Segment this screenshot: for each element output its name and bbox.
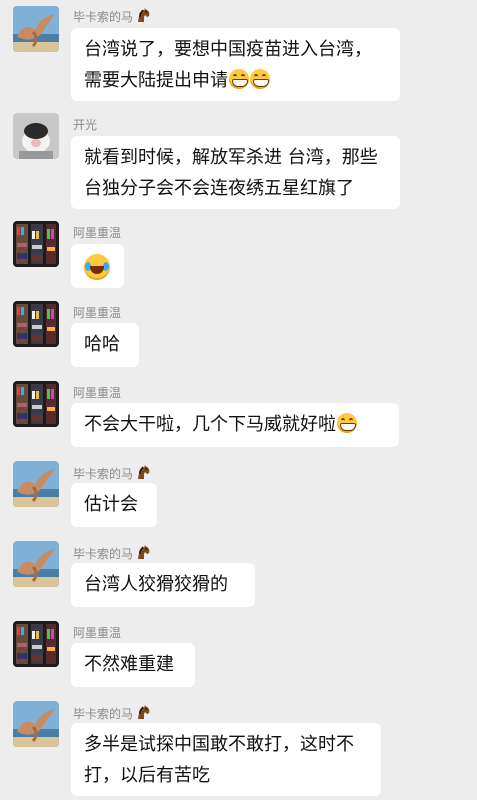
sender-name: 阿墨重温 xyxy=(73,626,122,640)
message-line: 台独分子会不会连夜绣五星红旗了 xyxy=(84,178,354,199)
message-bubble[interactable]: 不会大干啦，几个下马威就好啦 xyxy=(71,403,399,447)
message-bubble[interactable]: 哈哈 xyxy=(71,323,139,367)
sender-name: 阿墨重温 xyxy=(73,226,122,240)
message-bubble[interactable]: 就看到时候，解放军杀进 台湾，那些 台独分子会不会连夜绣五星红旗了 xyxy=(71,136,400,209)
shelf-avatar[interactable] xyxy=(13,381,59,427)
sender-name: 开光 xyxy=(73,118,98,132)
message-bubble[interactable]: 不然难重建 xyxy=(71,643,195,687)
shelf-avatar[interactable] xyxy=(13,621,59,667)
horse-icon xyxy=(135,465,151,481)
horse-icon xyxy=(135,8,151,24)
sender-name: 毕卡索的马 xyxy=(73,465,151,482)
message-line: 多半是试探中国敢不敢打，这时不 xyxy=(84,734,354,755)
message-line: 不然难重建 xyxy=(84,654,174,675)
sender-name: 毕卡索的马 xyxy=(73,545,151,562)
hand-bird-avatar[interactable] xyxy=(13,6,59,52)
sender-name: 毕卡索的马 xyxy=(73,705,151,722)
message-bubble[interactable]: 台湾说了，要想中国疫苗进入台湾， 需要大陆提出申请 xyxy=(71,28,400,101)
shelf-avatar[interactable] xyxy=(13,221,59,267)
message-bubble[interactable]: 估计会 xyxy=(71,483,157,527)
message-bubble[interactable]: 台湾人狡猾狡猾的 xyxy=(71,563,255,607)
grin-emoji xyxy=(337,413,357,433)
horse-icon xyxy=(135,705,151,721)
message-line: 不会大干啦，几个下马威就好啦 xyxy=(84,414,336,435)
message-line: 台湾说了，要想中国疫苗进入台湾， xyxy=(84,39,372,60)
laugh-cry-emoji xyxy=(84,254,110,280)
hand-bird-avatar[interactable] xyxy=(13,541,59,587)
message-line: 就看到时候，解放军杀进 台湾，那些 xyxy=(84,147,378,168)
message-bubble[interactable] xyxy=(71,244,124,288)
horse-icon xyxy=(135,545,151,561)
message-bubble[interactable]: 多半是试探中国敢不敢打，这时不 打，以后有苦吃 xyxy=(71,723,381,796)
sender-name: 阿墨重温 xyxy=(73,386,122,400)
hand-bird-avatar[interactable] xyxy=(13,701,59,747)
message-line: 打，以后有苦吃 xyxy=(84,765,210,786)
message-line: 哈哈 xyxy=(84,334,120,355)
sender-name: 阿墨重温 xyxy=(73,306,122,320)
sender-name: 毕卡索的马 xyxy=(73,8,151,25)
hand-bird-avatar[interactable] xyxy=(13,461,59,507)
message-line: 台湾人狡猾狡猾的 xyxy=(84,574,228,595)
shelf-avatar[interactable] xyxy=(13,301,59,347)
message-line: 需要大陆提出申请 xyxy=(84,70,228,91)
grin-emoji xyxy=(229,69,249,89)
grin-emoji xyxy=(250,69,270,89)
message-line: 估计会 xyxy=(84,494,138,515)
cat-avatar[interactable] xyxy=(13,113,59,159)
chat-view: 毕卡索的马 台湾说了，要想中国疫苗进入台湾， 需要大陆提出申请 开光 就看到时候… xyxy=(0,0,477,800)
